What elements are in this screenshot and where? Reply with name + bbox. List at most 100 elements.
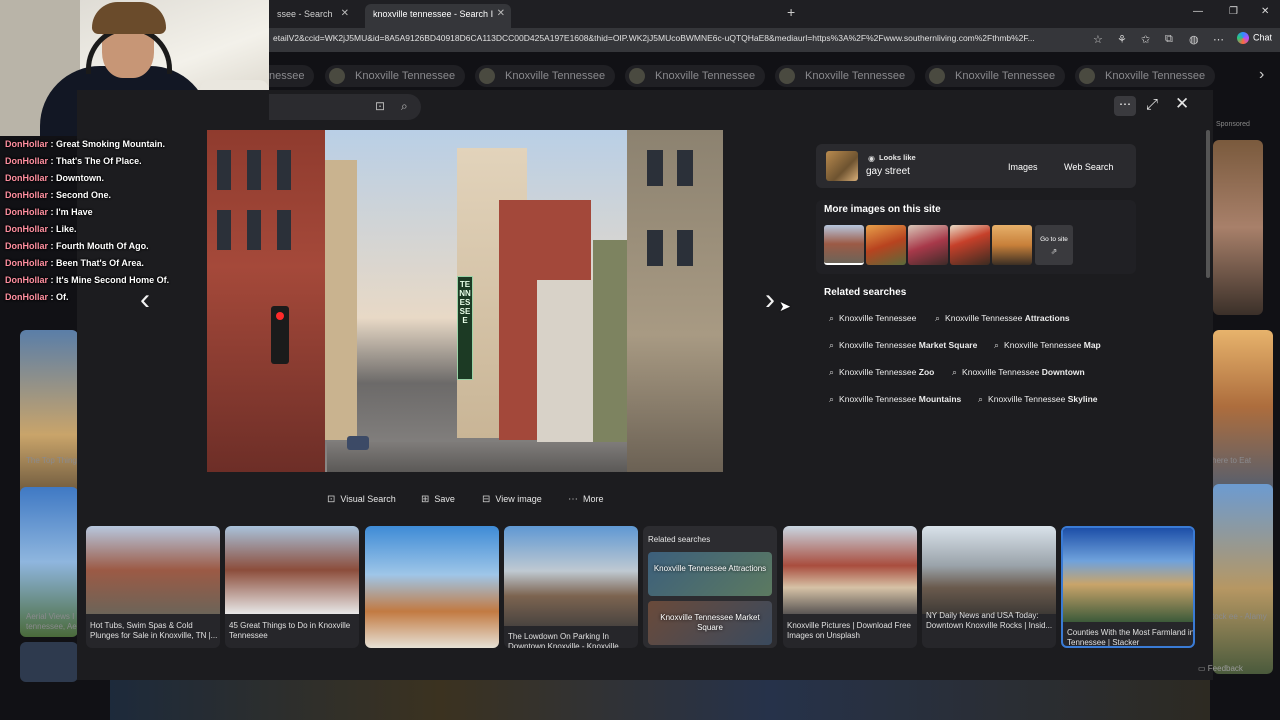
- chat-message: DonHollar : Downtown.: [5, 173, 105, 183]
- related-search-item[interactable]: ⌕ Knoxville Tennessee Skyline: [978, 394, 1098, 405]
- expand-icon[interactable]: ⤢: [1146, 96, 1158, 113]
- tab-image-search[interactable]: knoxville tennessee - Search Imag✕: [365, 4, 511, 28]
- url-field[interactable]: etailV2&ccid=WK2jJ5MU&id=8A5A9126BD40918…: [273, 33, 1089, 43]
- feedback-button[interactable]: ▭ Feedback: [1198, 664, 1243, 673]
- main-image-gay-street[interactable]: TENNESSEE: [207, 130, 723, 472]
- filmstrip-related-tile[interactable]: Knoxville Tennessee Attractions: [648, 552, 772, 596]
- chip-thumb-icon: [329, 68, 345, 84]
- bg-thumb[interactable]: [1213, 140, 1263, 315]
- filmstrip-image: [1063, 528, 1193, 622]
- new-tab-icon[interactable]: +: [787, 4, 795, 20]
- profile-icon[interactable]: ◍: [1189, 33, 1199, 46]
- related-search-item[interactable]: ⌕ Knoxville Tennessee Mountains: [829, 394, 961, 405]
- tab-search[interactable]: ssee - Search ✕: [269, 4, 355, 28]
- filmstrip-item[interactable]: 45 Great Things to Do in Knoxville Tenne…: [225, 526, 359, 648]
- more-dots-icon: ⋯: [568, 494, 578, 505]
- stream-chat-overlay: DonHollar : Great Smoking Mountain. DonH…: [0, 136, 269, 306]
- minimize-icon[interactable]: —: [1193, 6, 1203, 17]
- filmstrip-item[interactable]: Hot Tubs, Swim Spas & Cold Plunges for S…: [86, 526, 220, 648]
- filmstrip-item[interactable]: [365, 526, 499, 648]
- related-chip[interactable]: Knoxville Tennessee: [475, 65, 616, 87]
- site-image-thumb[interactable]: [950, 225, 990, 265]
- site-image-thumb[interactable]: [908, 225, 948, 265]
- looks-like-value[interactable]: gay street: [866, 166, 910, 177]
- related-searches-title: Related searches: [824, 287, 907, 298]
- filmstrip-caption: Knoxville Pictures | Download Free Image…: [787, 621, 911, 640]
- related-chip[interactable]: Knoxville Tennessee: [925, 65, 1066, 87]
- external-link-icon: ⇗: [1050, 247, 1058, 256]
- site-image-thumb[interactable]: [866, 225, 906, 265]
- search-icon: ⌕: [829, 313, 835, 323]
- filmstrip-caption: The Lowdown On Parking In Downtown Knoxv…: [508, 632, 626, 648]
- close-tab-icon[interactable]: ✕: [497, 4, 505, 24]
- close-tab-icon[interactable]: ✕: [341, 4, 349, 24]
- search-icon: ⌕: [829, 394, 835, 404]
- chat-message: DonHollar : That's The Of Place.: [5, 156, 142, 166]
- bg-caption: tock ee - Alamy: [1212, 612, 1267, 621]
- filmstrip-item[interactable]: NY Daily News and USA Today: Downtown Kn…: [922, 526, 1056, 648]
- menu-dots-icon[interactable]: ⋯: [1213, 33, 1224, 46]
- more-options-button[interactable]: ⋯: [1114, 96, 1136, 116]
- site-image-thumb[interactable]: [992, 225, 1032, 265]
- extension-icon[interactable]: ⚘: [1117, 33, 1127, 46]
- related-search-item[interactable]: ⌕ Knoxville Tennessee Zoo: [829, 367, 934, 378]
- filmstrip-image: [922, 526, 1056, 614]
- bg-thumb[interactable]: [20, 642, 78, 682]
- search-icon[interactable]: ⌕: [401, 99, 408, 114]
- eye-icon: ◉: [868, 154, 875, 163]
- looks-like-thumbnail[interactable]: [826, 151, 858, 181]
- related-search-item[interactable]: ⌕ Knoxville Tennessee Market Square: [829, 340, 977, 351]
- collections-icon[interactable]: ⧉: [1165, 33, 1173, 46]
- filmstrip-caption: 45 Great Things to Do in Knoxville Tenne…: [229, 621, 351, 640]
- white-building-center: [537, 280, 601, 460]
- related-search-item[interactable]: ⌕ Knoxville Tennessee Map: [994, 340, 1101, 351]
- bg-thumb[interactable]: [1213, 484, 1273, 674]
- related-chip[interactable]: Knoxville Tennessee: [775, 65, 916, 87]
- go-to-site-button[interactable]: Go to site ⇗: [1035, 225, 1073, 265]
- filmstrip-caption: Hot Tubs, Swim Spas & Cold Plunges for S…: [90, 621, 218, 640]
- filmstrip-item[interactable]: Counties With the Most Farmland in Tenne…: [1061, 526, 1195, 648]
- related-search-item[interactable]: ⌕ Knoxville Tennessee: [829, 313, 916, 324]
- chip-thumb-icon: [629, 68, 645, 84]
- filmstrip-item[interactable]: The Lowdown On Parking In Downtown Knoxv…: [504, 526, 638, 648]
- chip-thumb-icon: [1079, 68, 1095, 84]
- filmstrip-related-tile[interactable]: Knoxville Tennessee Market Square: [648, 601, 772, 645]
- maximize-icon[interactable]: ❐: [1229, 6, 1238, 17]
- save-button[interactable]: ⊞ Save: [421, 494, 455, 505]
- chip-next-icon[interactable]: ›: [1259, 66, 1264, 84]
- bg-thumb[interactable]: [20, 330, 78, 505]
- viewer-search-box[interactable]: ⊡ ⌕: [269, 94, 421, 120]
- chip-thumb-icon: [929, 68, 945, 84]
- chat-message: DonHollar : It's Mine Second Home Of.: [5, 275, 170, 285]
- web-search-link[interactable]: Web Search: [1064, 162, 1113, 172]
- bg-thumb[interactable]: [1213, 330, 1273, 500]
- next-image-arrow-icon[interactable]: ›: [765, 283, 775, 317]
- favorites-icon[interactable]: ✩: [1141, 33, 1150, 46]
- more-button[interactable]: ⋯ More: [568, 494, 604, 505]
- close-window-icon[interactable]: ✕: [1261, 6, 1269, 17]
- chat-message: DonHollar : Been That's Of Area.: [5, 258, 144, 268]
- viewer-scrollbar[interactable]: [1206, 130, 1210, 278]
- window: [677, 150, 693, 186]
- close-viewer-icon[interactable]: ✕: [1175, 94, 1189, 114]
- copilot-chat-button[interactable]: Chat: [1236, 32, 1272, 44]
- visual-search-icon[interactable]: ⊡: [375, 99, 385, 113]
- related-search-item[interactable]: ⌕ Knoxville Tennessee Downtown: [952, 367, 1085, 378]
- favorite-star-icon[interactable]: ☆: [1093, 33, 1103, 46]
- related-search-item[interactable]: ⌕ Knoxville Tennessee Attractions: [935, 313, 1070, 324]
- filmstrip-item[interactable]: Knoxville Pictures | Download Free Image…: [783, 526, 917, 648]
- screen: The Top Thing Aerial Views I tennessee, …: [0, 0, 1280, 720]
- traffic-light-red: [276, 312, 284, 320]
- visual-search-button[interactable]: ⊡ Visual Search: [327, 494, 396, 505]
- chat-message: DonHollar : Fourth Mouth Of Ago.: [5, 241, 149, 251]
- chat-message: DonHollar : I'm Have: [5, 207, 93, 217]
- filmstrip-caption: NY Daily News and USA Today: Downtown Kn…: [926, 611, 1053, 630]
- site-image-thumb[interactable]: [824, 225, 864, 265]
- images-link[interactable]: Images: [1008, 162, 1038, 172]
- bg-caption: Aerial Views I tennessee, Ae: [26, 612, 77, 631]
- view-image-button[interactable]: ⊟ View image: [482, 494, 542, 505]
- chat-message: DonHollar : Second One.: [5, 190, 112, 200]
- related-chip[interactable]: Knoxville Tennessee: [625, 65, 766, 87]
- related-chip[interactable]: Knoxville Tennessee: [325, 65, 466, 87]
- related-chip[interactable]: Knoxville Tennessee: [1075, 65, 1216, 87]
